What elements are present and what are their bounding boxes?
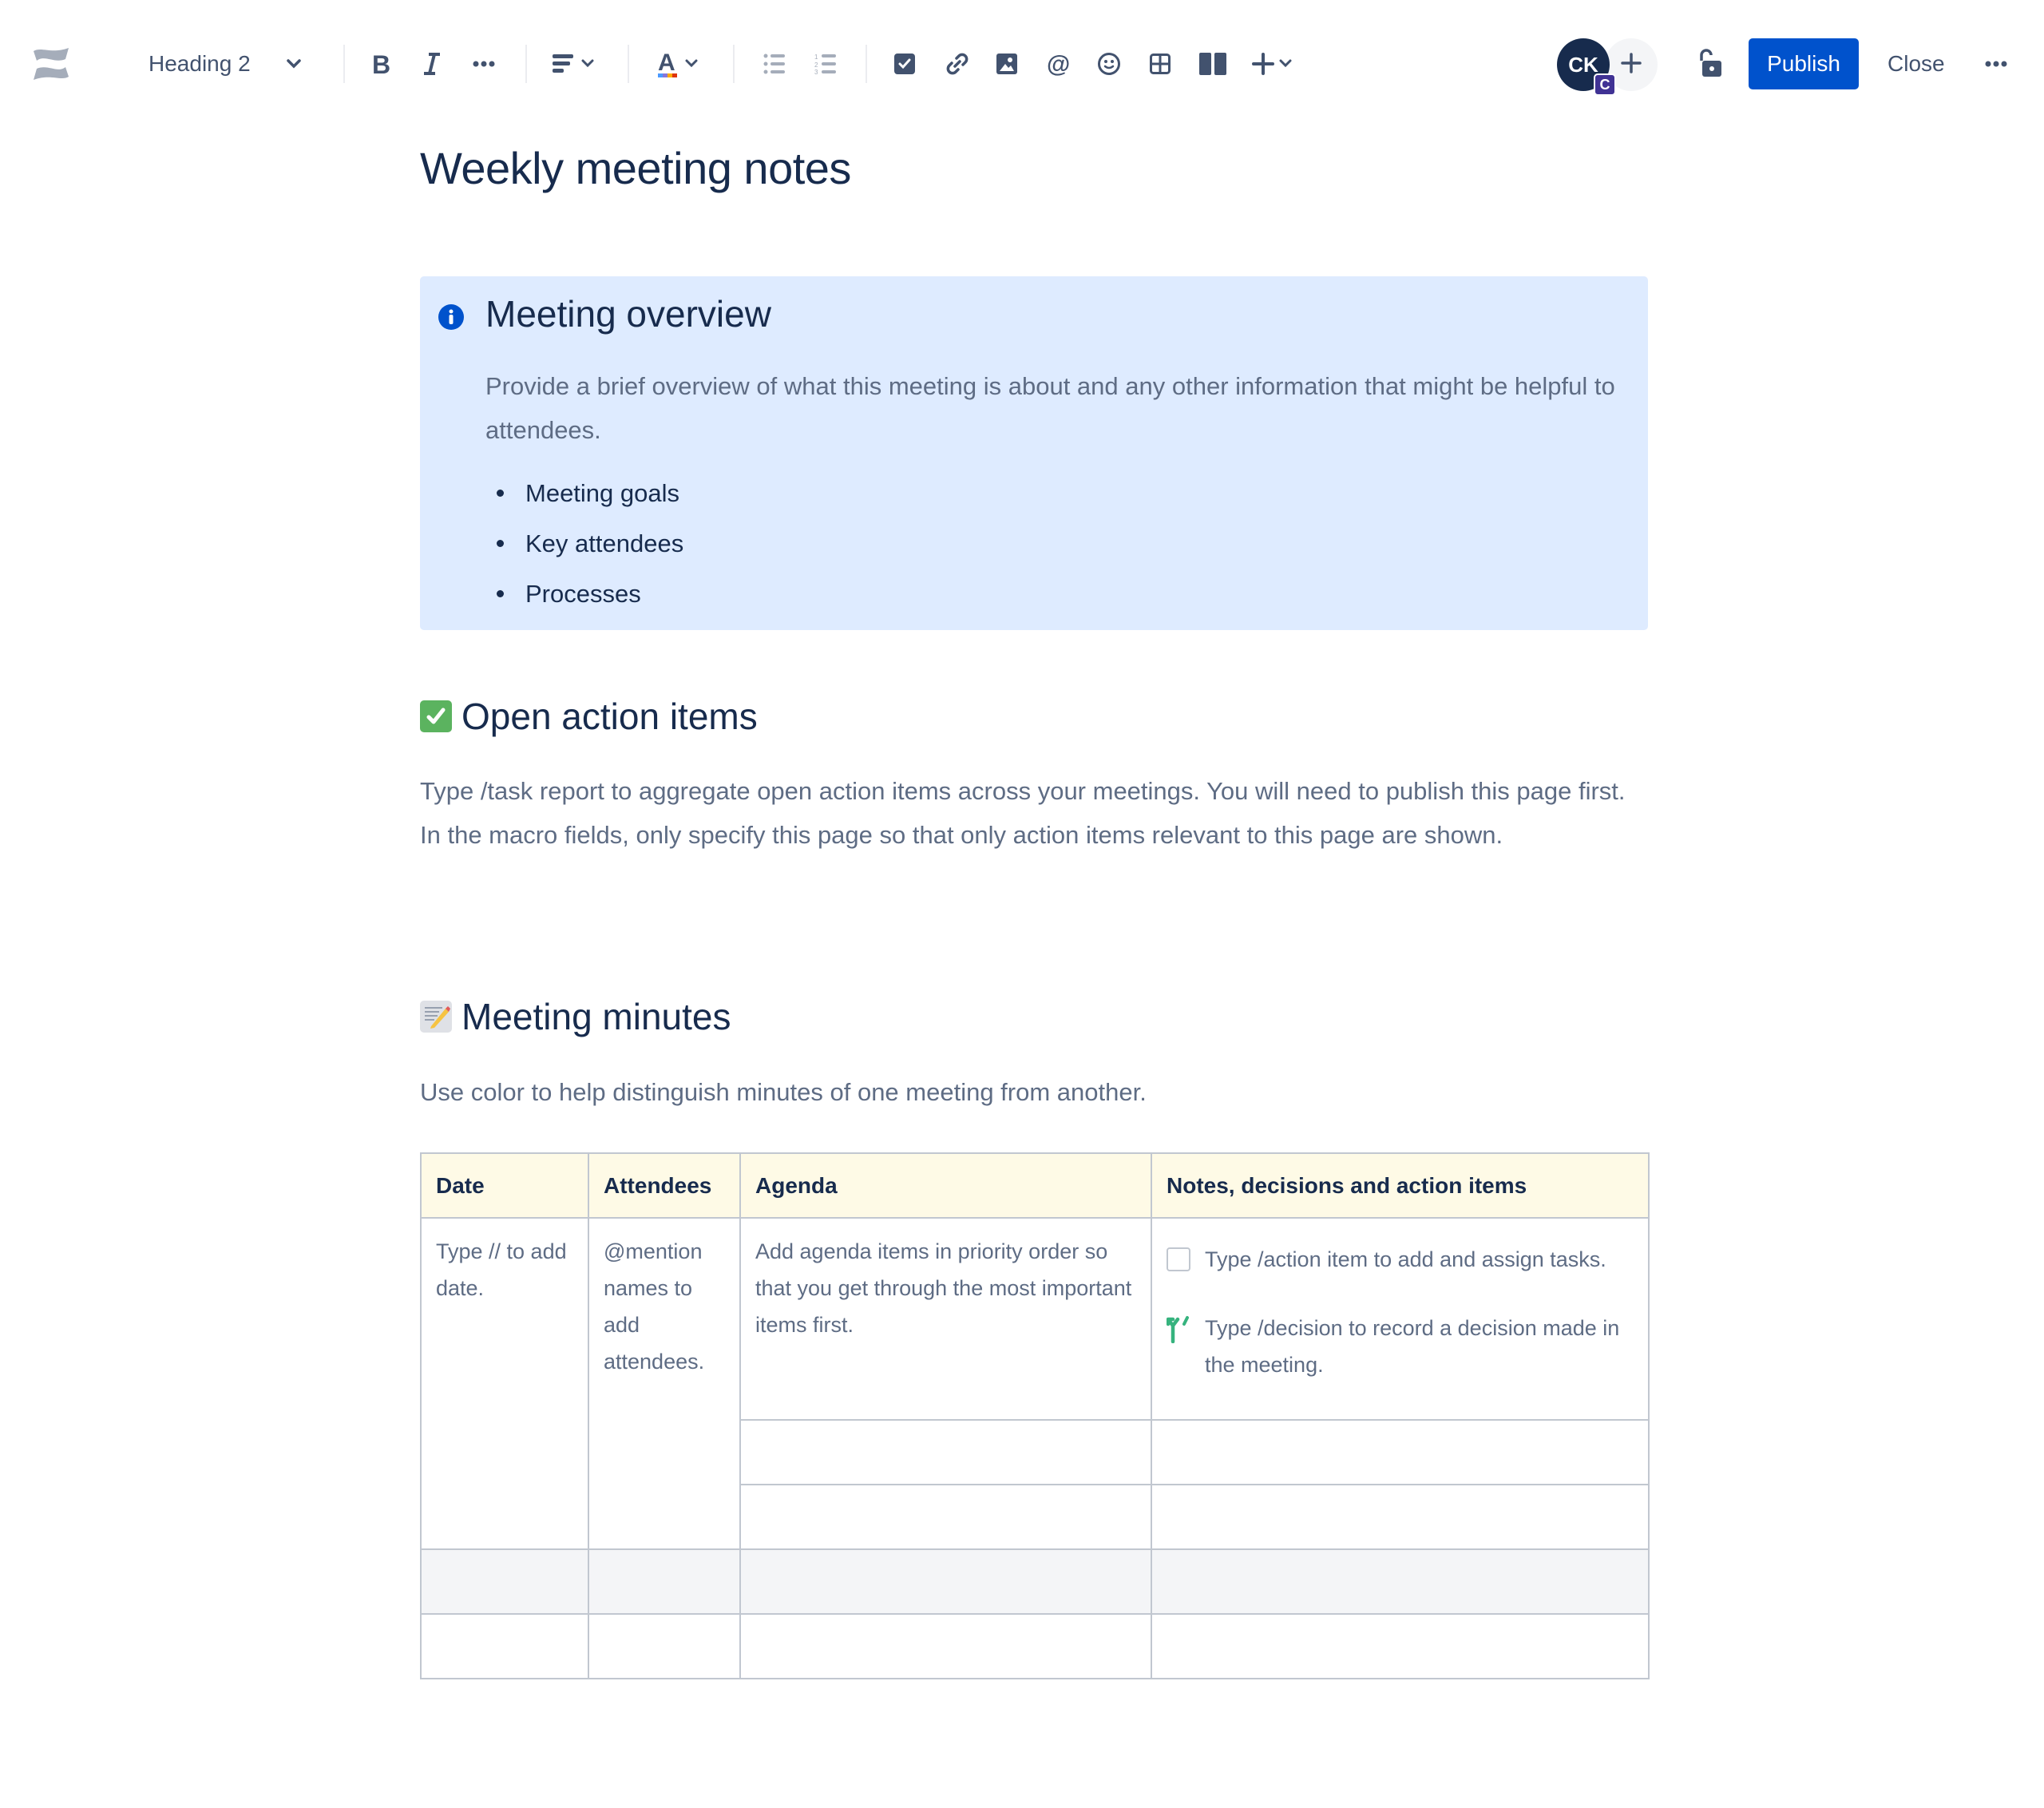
notes-cell[interactable] [1151,1484,1650,1550]
table-header-agenda[interactable]: Agenda [739,1152,1152,1219]
emoji-icon[interactable] [1097,52,1121,76]
confluence-logo-icon[interactable] [30,43,72,85]
check-mark-emoji-icon [420,700,452,732]
action-item-checkbox[interactable] [1167,1247,1190,1271]
decision-icon [1166,1314,1190,1354]
action-item-icon[interactable] [894,54,915,74]
svg-text:2: 2 [814,61,818,69]
action-item: Type /action item to add and assign task… [1167,1241,1634,1278]
table-header-row: Date Attendees Agenda Notes, decisions a… [420,1152,1650,1219]
avatar-product-badge: C [1594,73,1616,96]
svg-text:3: 3 [814,69,818,74]
align-icon [553,54,575,73]
text-color-dropdown[interactable]: A [656,50,698,78]
section-heading-open-action-items: Open action items [420,695,758,738]
chevron-down-icon [1279,59,1292,69]
chevron-down-icon [685,59,698,69]
editor-toolbar: Heading 2 B A 123 @ CK C Publish Close [0,0,2044,128]
list-item: Processes [485,569,683,619]
text-color-icon: A [656,50,679,78]
info-panel[interactable]: Meeting overview Provide a brief overvie… [420,276,1648,630]
restrictions-unlock-icon[interactable] [1696,48,1723,80]
action-items-description: Type /task report to aggregate open acti… [420,777,1626,849]
heading-text: Open action items [461,696,758,737]
more-actions-icon[interactable] [1985,60,2007,68]
toolbar-divider [733,45,735,83]
align-dropdown[interactable] [553,54,594,73]
avatar-initials: CK [1568,52,1598,77]
image-icon[interactable] [996,54,1017,74]
insert-dropdown[interactable] [1252,53,1292,75]
svg-text:B: B [372,51,390,77]
attendees-cell[interactable]: @mention names to add attendees. [588,1217,741,1550]
avatar-badge-label: C [1599,76,1610,93]
notes-cell[interactable]: Type /action item to add and assign task… [1151,1217,1650,1421]
chevron-down-icon [581,59,594,69]
toolbar-divider [866,45,867,83]
chevron-down-icon [286,58,302,69]
notes-cell[interactable] [1151,1548,1650,1615]
link-icon[interactable] [945,52,969,76]
heading-text: Meeting minutes [461,996,731,1037]
info-icon [438,303,465,335]
decision-item: Type /decision to record a decision made… [1166,1310,1634,1383]
agenda-cell[interactable] [739,1548,1152,1615]
publish-button[interactable]: Publish [1749,38,1859,89]
notes-cell[interactable] [1151,1613,1650,1679]
meeting-minutes-table[interactable]: Date Attendees Agenda Notes, decisions a… [420,1152,1650,1679]
layout-icon[interactable] [1199,53,1226,75]
toolbar-divider [525,45,527,83]
memo-emoji-icon [420,1001,452,1033]
agenda-cell[interactable] [739,1419,1152,1485]
agenda-cell[interactable] [739,1613,1152,1679]
agenda-cell[interactable]: Add agenda items in priority order so th… [739,1217,1152,1421]
toolbar-divider [343,45,345,83]
decision-text[interactable]: Type /decision to record a decision made… [1205,1310,1634,1383]
notes-cell[interactable] [1151,1419,1650,1485]
panel-heading: Meeting overview [485,293,771,335]
date-cell[interactable]: Type // to add date. [420,1217,589,1550]
svg-text:@: @ [1047,51,1070,77]
date-cell[interactable] [420,1548,589,1615]
table-row [420,1613,1650,1679]
table-header-attendees[interactable]: Attendees [588,1152,741,1219]
plus-icon [1252,53,1274,75]
page-title[interactable]: Weekly meeting notes [420,142,851,194]
panel-bullet-list: Meeting goals Key attendees Processes [485,468,683,619]
close-button[interactable]: Close [1878,38,1955,89]
italic-icon[interactable] [421,51,443,77]
text-style-value: Heading 2 [149,51,251,76]
close-label: Close [1888,51,1945,76]
action-item-text[interactable]: Type /action item to add and assign task… [1205,1241,1606,1278]
publish-label: Publish [1767,51,1840,76]
plus-icon [1620,52,1642,78]
mention-icon[interactable]: @ [1046,51,1072,77]
attendees-cell[interactable] [588,1548,741,1615]
bold-icon[interactable]: B [370,51,394,77]
table-icon[interactable] [1150,54,1171,74]
text-style-dropdown[interactable]: Heading 2 [149,51,302,77]
attendees-cell[interactable] [588,1613,741,1679]
svg-text:1: 1 [814,54,818,61]
table-header-notes[interactable]: Notes, decisions and action items [1151,1152,1650,1219]
table-header-date[interactable]: Date [420,1152,589,1219]
minutes-description: Use color to help distinguish minutes of… [420,1078,1147,1106]
table-row [420,1548,1650,1615]
agenda-cell[interactable] [739,1484,1152,1550]
bullet-list-icon[interactable] [763,54,786,74]
table-row: Type // to add date. @mention names to a… [420,1217,1650,1550]
toolbar-divider [628,45,629,83]
numbered-list-icon[interactable]: 123 [814,54,837,74]
svg-text:A: A [658,50,675,76]
panel-description: Provide a brief overview of what this me… [485,372,1615,444]
section-heading-meeting-minutes: Meeting minutes [420,995,731,1038]
list-item: Meeting goals [485,468,683,518]
more-formatting-icon[interactable] [473,60,495,68]
list-item: Key attendees [485,518,683,569]
date-cell[interactable] [420,1613,589,1679]
